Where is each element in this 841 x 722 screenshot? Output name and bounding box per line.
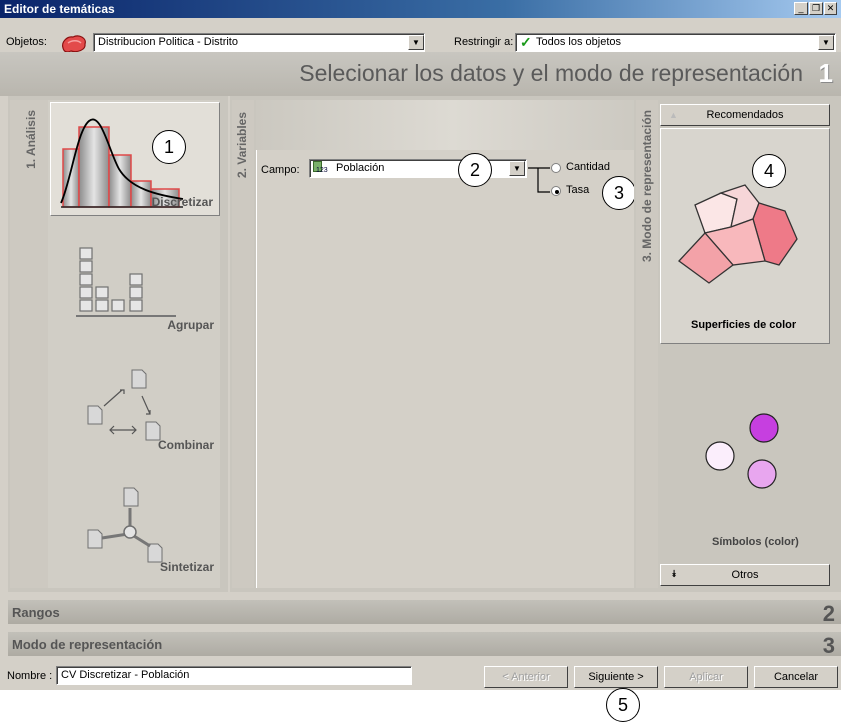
color-symbols-icon bbox=[705, 413, 779, 489]
field-select-value: Población bbox=[336, 162, 385, 174]
section-number: 3 bbox=[822, 633, 835, 658]
step-title: Selecionar los datos y el modo de repres… bbox=[299, 60, 803, 86]
field-label: Campo: bbox=[261, 164, 300, 176]
radio-cantidad-label: Cantidad bbox=[566, 161, 611, 173]
analysis-item-label: Combinar bbox=[157, 438, 214, 452]
checkmark-icon: ✓ bbox=[520, 34, 532, 50]
step-number: 1 bbox=[818, 58, 833, 88]
variables-tab-label: 2. Variables bbox=[235, 112, 249, 179]
title-bar: Editor de temáticas bbox=[0, 0, 841, 18]
callout-1: 1 bbox=[152, 130, 186, 164]
option-bracket bbox=[528, 167, 550, 193]
variables-header bbox=[256, 100, 650, 150]
name-input[interactable]: CV Discretizar - Población bbox=[56, 666, 412, 685]
window-title: Editor de temáticas bbox=[4, 2, 115, 16]
section-label: Rangos bbox=[12, 605, 60, 620]
group-blocks-icon bbox=[76, 247, 176, 317]
others-label: Otros bbox=[731, 569, 759, 581]
objects-select-value: Distribucion Politica - Distrito bbox=[98, 36, 238, 48]
objects-select[interactable]: Distribucion Politica - Distrito bbox=[93, 33, 425, 52]
chevron-up-icon: ▲ bbox=[669, 110, 678, 120]
mode-color-surfaces[interactable]: Superficies de color bbox=[660, 128, 830, 344]
recommended-button[interactable]: ▲ Recomendados bbox=[660, 104, 830, 126]
section-rangos[interactable]: Rangos 2 bbox=[8, 600, 841, 626]
analysis-tab-label: 1. Análisis bbox=[24, 110, 38, 169]
section-label: Modo de representación bbox=[12, 637, 163, 652]
analysis-item-discretizar[interactable]: Discretizar bbox=[50, 102, 220, 216]
section-modo-representacion[interactable]: Modo de representación 3 bbox=[8, 632, 841, 658]
minimize-button[interactable]: _ bbox=[794, 2, 808, 15]
mode-label: Símbolos (color) bbox=[712, 536, 799, 548]
theme-editor-window: Editor de temáticas _ ❐ ✕ Objetos: Distr… bbox=[0, 0, 841, 690]
layer-icon bbox=[62, 35, 86, 53]
color-surfaces-icon bbox=[678, 184, 798, 284]
representation-tab: 3. Modo de representación bbox=[636, 100, 658, 588]
field-dropdown-arrow-icon[interactable]: ▼ bbox=[509, 161, 525, 176]
radio-tasa-label: Tasa bbox=[566, 184, 590, 196]
section-number: 2 bbox=[822, 601, 835, 626]
restrict-select-value: Todos los objetos bbox=[536, 36, 621, 48]
restrict-label: Restringir a: bbox=[454, 36, 514, 48]
double-chevron-down-icon: ⯯ bbox=[671, 569, 677, 580]
callout-4: 4 bbox=[752, 154, 786, 188]
close-button[interactable]: ✕ bbox=[824, 2, 837, 15]
analysis-tab: 1. Análisis bbox=[10, 100, 48, 588]
radio-cantidad[interactable] bbox=[551, 163, 561, 173]
analysis-item-label: Discretizar bbox=[151, 195, 213, 209]
name-input-value: CV Discretizar - Población bbox=[61, 669, 190, 681]
analysis-item-sintetizar[interactable]: Sintetizar bbox=[50, 480, 220, 580]
next-button[interactable]: Siguiente > bbox=[574, 666, 658, 688]
cancel-button[interactable]: Cancelar bbox=[754, 666, 838, 688]
numeric-field-badge: 123 bbox=[316, 167, 328, 174]
representation-tab-label: 3. Modo de representación bbox=[640, 110, 654, 263]
mode-label: Superficies de color bbox=[691, 319, 797, 331]
apply-button[interactable]: Aplicar bbox=[664, 666, 748, 688]
variables-body bbox=[256, 150, 650, 588]
restrict-select[interactable]: Todos los objetos bbox=[515, 33, 836, 52]
analysis-item-label: Sintetizar bbox=[159, 560, 214, 574]
restrict-dropdown-arrow-icon[interactable]: ▼ bbox=[818, 35, 834, 50]
analysis-item-label: Agrupar bbox=[167, 318, 214, 332]
analysis-item-combinar[interactable]: Combinar bbox=[50, 360, 220, 460]
name-label: Nombre : bbox=[7, 670, 53, 682]
radio-tasa[interactable] bbox=[551, 186, 561, 196]
analysis-item-agrupar[interactable]: Agrupar bbox=[50, 238, 220, 338]
mode-color-symbols[interactable]: Símbolos (color) bbox=[660, 348, 830, 558]
objects-label: Objetos: bbox=[6, 36, 47, 48]
step-header: Selecionar los datos y el modo de repres… bbox=[0, 52, 841, 96]
variables-tab: 2. Variables bbox=[232, 100, 254, 588]
others-button[interactable]: ⯯ Otros bbox=[660, 564, 830, 586]
callout-5: 5 bbox=[606, 688, 640, 722]
objects-dropdown-arrow-icon[interactable]: ▼ bbox=[408, 35, 424, 50]
restore-button[interactable]: ❐ bbox=[809, 2, 823, 15]
callout-2: 2 bbox=[458, 153, 492, 187]
field-select[interactable]: Población bbox=[309, 159, 527, 178]
previous-button[interactable]: < Anterior bbox=[484, 666, 568, 688]
callout-3: 3 bbox=[602, 176, 636, 210]
recommended-label: Recomendados bbox=[706, 109, 784, 121]
numeric-field-icon: 123 bbox=[313, 161, 329, 176]
